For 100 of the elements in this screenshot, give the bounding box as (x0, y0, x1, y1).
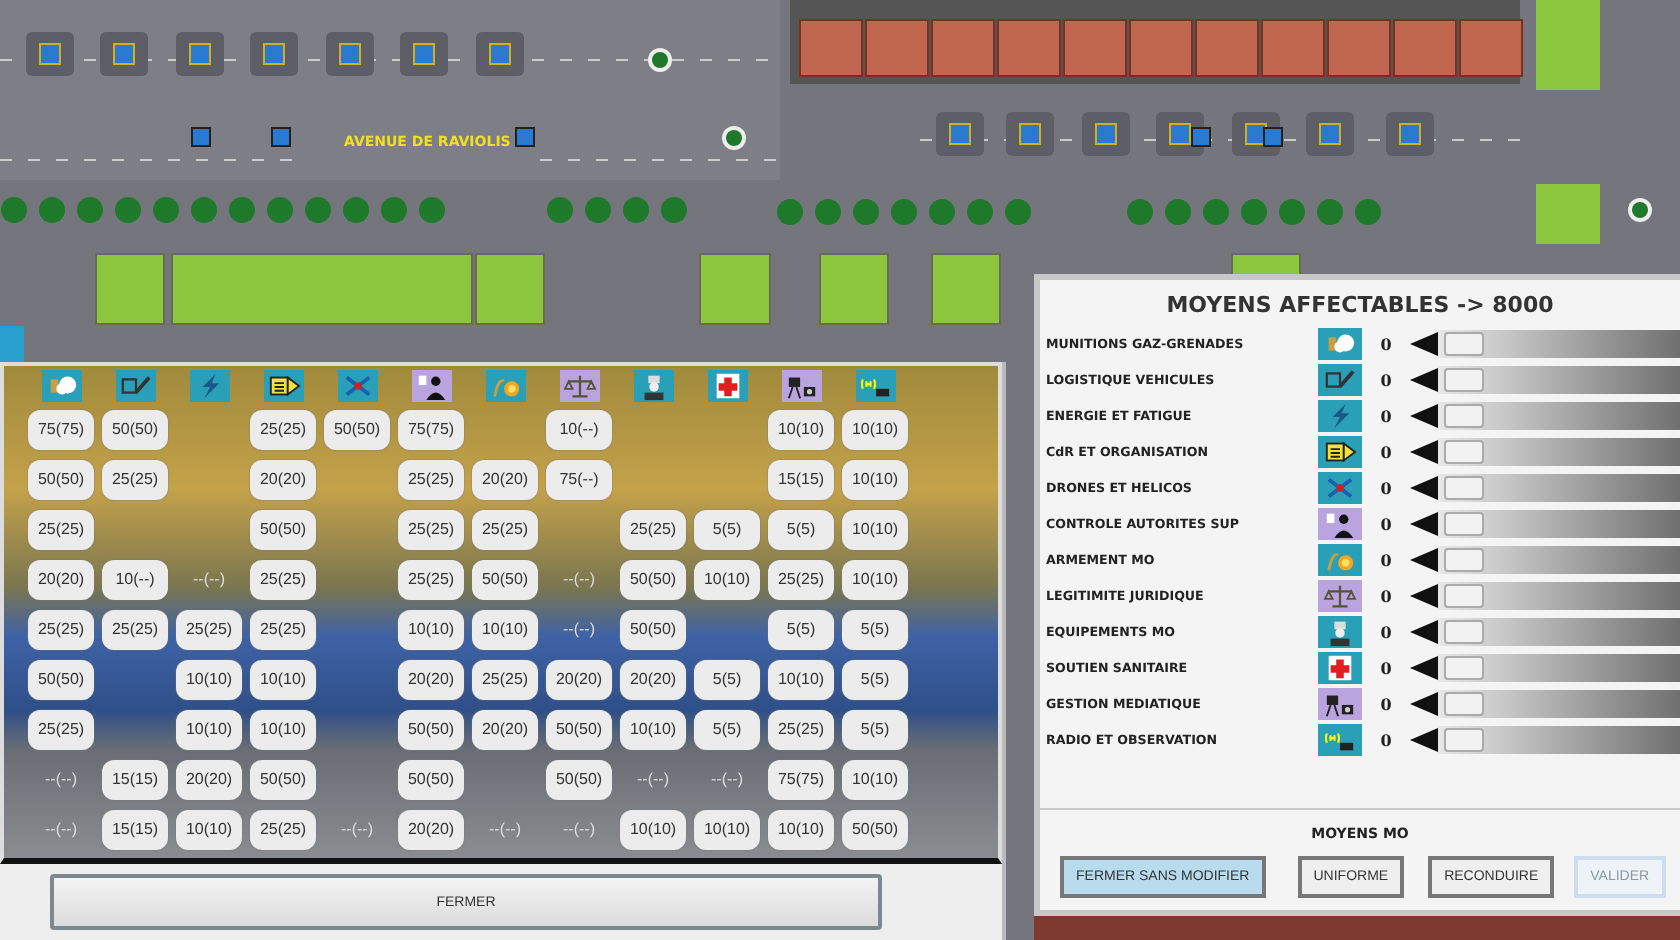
allocation-cell[interactable]: 25(25) (398, 509, 464, 549)
allocation-cell[interactable]: 10(--) (546, 409, 612, 449)
allocation-cell[interactable]: 10(10) (250, 659, 316, 699)
allocation-cell[interactable]: 10(10) (398, 609, 464, 649)
allocation-cell[interactable]: 25(25) (28, 509, 94, 549)
allocation-cell[interactable]: 25(25) (250, 559, 316, 599)
allocation-cell[interactable]: 25(25) (250, 809, 316, 849)
allocation-cell[interactable]: 25(25) (472, 659, 538, 699)
allocation-cell[interactable]: 25(25) (28, 609, 94, 649)
allocation-cell[interactable]: 50(50) (102, 409, 168, 449)
allocation-cell[interactable]: 5(5) (768, 509, 834, 549)
allocation-cell[interactable]: 10(10) (176, 709, 242, 749)
left-arrow-icon[interactable] (1410, 620, 1438, 644)
slider-thumb[interactable] (1444, 440, 1484, 464)
allocation-cell[interactable]: 25(25) (176, 609, 242, 649)
allocation-cell[interactable]: 25(25) (398, 459, 464, 499)
slider-thumb[interactable] (1444, 584, 1484, 608)
left-arrow-icon[interactable] (1410, 512, 1438, 536)
left-arrow-icon[interactable] (1410, 404, 1438, 428)
allocation-cell[interactable]: 50(50) (546, 759, 612, 799)
allocation-cell[interactable]: 10(10) (842, 509, 908, 549)
allocation-cell[interactable]: 50(50) (620, 609, 686, 649)
allocation-cell[interactable]: 25(25) (250, 409, 316, 449)
allocation-cell[interactable]: 5(5) (694, 659, 760, 699)
allocation-cell[interactable]: 15(15) (102, 809, 168, 849)
allocation-cell[interactable]: 20(20) (398, 809, 464, 849)
allocation-cell[interactable]: 20(20) (250, 459, 316, 499)
left-arrow-icon[interactable] (1410, 656, 1438, 680)
allocation-cell[interactable]: 5(5) (842, 659, 908, 699)
allocation-cell[interactable]: 10(10) (768, 659, 834, 699)
left-arrow-icon[interactable] (1410, 440, 1438, 464)
slider-thumb[interactable] (1444, 620, 1484, 644)
allocation-cell[interactable]: 5(5) (842, 609, 908, 649)
allocation-cell[interactable]: 50(50) (546, 709, 612, 749)
allocation-cell[interactable]: 10(10) (768, 409, 834, 449)
allocation-cell[interactable]: 25(25) (102, 609, 168, 649)
allocation-cell[interactable]: 50(50) (842, 809, 908, 849)
left-arrow-icon[interactable] (1410, 584, 1438, 608)
allocation-cell[interactable]: 20(20) (472, 459, 538, 499)
allocation-cell[interactable]: 5(5) (842, 709, 908, 749)
allocation-cell[interactable]: 10(10) (842, 459, 908, 499)
allocation-cell[interactable]: 10(--) (102, 559, 168, 599)
allocation-cell[interactable]: 50(50) (398, 759, 464, 799)
allocation-cell[interactable]: 50(50) (250, 509, 316, 549)
slider-thumb[interactable] (1444, 332, 1484, 356)
allocation-cell[interactable]: 25(25) (768, 559, 834, 599)
allocation-cell[interactable]: 75(75) (28, 409, 94, 449)
slider-thumb[interactable] (1444, 692, 1484, 716)
allocation-cell[interactable]: 20(20) (398, 659, 464, 699)
slider-thumb[interactable] (1444, 656, 1484, 680)
allocation-cell[interactable]: 75(75) (768, 759, 834, 799)
allocation-cell[interactable]: 50(50) (472, 559, 538, 599)
allocation-cell[interactable]: 10(10) (768, 809, 834, 849)
allocation-cell[interactable]: 25(25) (250, 609, 316, 649)
allocation-cell[interactable]: 25(25) (398, 559, 464, 599)
allocation-cell[interactable]: 15(15) (768, 459, 834, 499)
allocation-cell[interactable]: 25(25) (28, 709, 94, 749)
allocation-cell[interactable]: 10(10) (472, 609, 538, 649)
slider-thumb[interactable] (1444, 512, 1484, 536)
allocation-cell[interactable]: 50(50) (250, 759, 316, 799)
allocation-cell[interactable]: 15(15) (102, 759, 168, 799)
allocation-cell[interactable]: 10(10) (842, 409, 908, 449)
slider-thumb[interactable] (1444, 476, 1484, 500)
slider-thumb[interactable] (1444, 728, 1484, 752)
left-arrow-icon[interactable] (1410, 548, 1438, 572)
allocation-cell[interactable]: 50(50) (398, 709, 464, 749)
allocation-cell[interactable]: 10(10) (250, 709, 316, 749)
allocation-cell[interactable]: 75(--) (546, 459, 612, 499)
allocation-cell[interactable]: 50(50) (324, 409, 390, 449)
allocation-cell[interactable]: 5(5) (768, 609, 834, 649)
allocation-cell[interactable]: 10(10) (620, 809, 686, 849)
slider-thumb[interactable] (1444, 548, 1484, 572)
allocation-cell[interactable]: 50(50) (28, 459, 94, 499)
allocation-cell[interactable]: 10(10) (176, 659, 242, 699)
allocation-cell[interactable]: 10(10) (176, 809, 242, 849)
slider-thumb[interactable] (1444, 404, 1484, 428)
allocation-cell[interactable]: 5(5) (694, 709, 760, 749)
left-arrow-icon[interactable] (1410, 332, 1438, 356)
allocation-cell[interactable]: 20(20) (546, 659, 612, 699)
allocation-cell[interactable]: 10(10) (620, 709, 686, 749)
slider-thumb[interactable] (1444, 368, 1484, 392)
left-arrow-icon[interactable] (1410, 728, 1438, 752)
left-arrow-icon[interactable] (1410, 476, 1438, 500)
allocation-cell[interactable]: 10(10) (694, 809, 760, 849)
allocation-cell[interactable]: 50(50) (28, 659, 94, 699)
allocation-cell[interactable]: 75(75) (398, 409, 464, 449)
allocation-cell[interactable]: 20(20) (472, 709, 538, 749)
allocation-cell[interactable]: 50(50) (620, 559, 686, 599)
allocation-cell[interactable]: 10(10) (842, 559, 908, 599)
allocation-cell[interactable]: 20(20) (176, 759, 242, 799)
allocation-cell[interactable]: 10(10) (694, 559, 760, 599)
allocation-cell[interactable]: 20(20) (28, 559, 94, 599)
allocation-cell[interactable]: 25(25) (472, 509, 538, 549)
left-arrow-icon[interactable] (1410, 368, 1438, 392)
left-arrow-icon[interactable] (1410, 692, 1438, 716)
allocation-cell[interactable]: 25(25) (620, 509, 686, 549)
allocation-cell[interactable]: 25(25) (102, 459, 168, 499)
allocation-cell[interactable]: 10(10) (842, 759, 908, 799)
allocation-cell[interactable]: 20(20) (620, 659, 686, 699)
allocation-cell[interactable]: 25(25) (768, 709, 834, 749)
